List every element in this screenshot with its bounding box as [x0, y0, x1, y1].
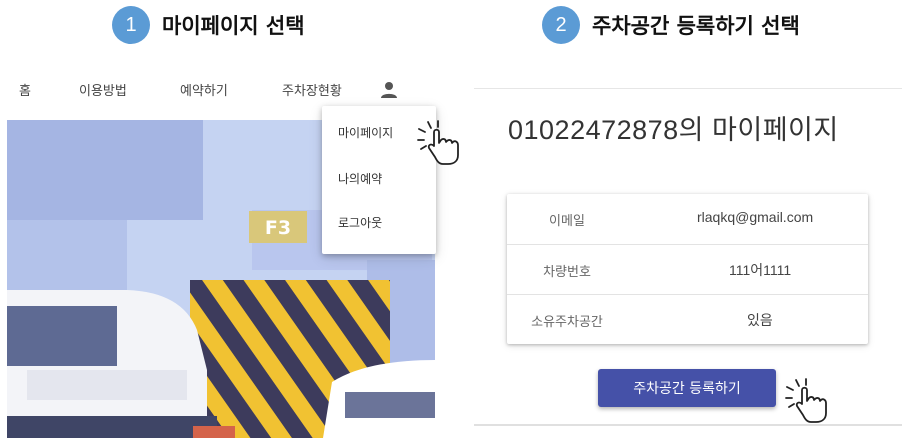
- menu-item-my-reservations[interactable]: 나의예약: [338, 170, 382, 187]
- nav-reserve[interactable]: 예약하기: [180, 80, 228, 99]
- hero-sign-text: F3: [265, 217, 291, 239]
- hand-pointer-icon: [416, 118, 470, 170]
- nav-how-to-use[interactable]: 이용방법: [79, 80, 127, 99]
- hand-pointer-icon: [784, 376, 838, 428]
- divider-bottom: [474, 424, 902, 426]
- info-label-email: 이메일: [549, 214, 585, 229]
- step-1-title: 마이페이지 선택: [162, 14, 305, 38]
- info-value-owned-space: 있음: [747, 312, 773, 328]
- nav-parking-status[interactable]: 주차장현황: [282, 80, 342, 99]
- info-row-car-number: 차량번호 111어1111: [507, 244, 868, 294]
- step-1-number: 1: [112, 6, 150, 44]
- info-label-car-number: 차량번호: [543, 265, 591, 280]
- menu-item-mypage[interactable]: 마이페이지: [338, 124, 393, 141]
- info-value-email: rlaqkq@gmail.com: [697, 209, 814, 225]
- top-nav: 홈 이용방법 예약하기 주차장현황: [0, 72, 440, 110]
- nav-home[interactable]: 홈: [19, 80, 31, 99]
- step-2-title: 주차공간 등록하기 선택: [592, 14, 800, 38]
- info-row-email: 이메일 rlaqkq@gmail.com: [507, 194, 868, 244]
- info-value-car-number: 111어1111: [729, 262, 792, 278]
- account-info-card: 이메일 rlaqkq@gmail.com 차량번호 111어1111 소유주차공…: [507, 194, 868, 344]
- register-parking-space-button[interactable]: 주차공간 등록하기: [598, 369, 776, 407]
- mypage-title: 01022472878의 마이페이지: [508, 115, 839, 145]
- divider-top: [474, 88, 902, 89]
- step-2-header: 2 주차공간 등록하기 선택: [542, 6, 800, 44]
- step-1-header: 1 마이페이지 선택: [112, 6, 305, 44]
- info-row-owned-space: 소유주차공간 있음: [507, 294, 868, 344]
- info-label-owned-space: 소유주차공간: [531, 315, 603, 330]
- user-icon[interactable]: [379, 80, 399, 100]
- step-2-number: 2: [542, 6, 580, 44]
- menu-item-logout[interactable]: 로그아웃: [338, 214, 382, 231]
